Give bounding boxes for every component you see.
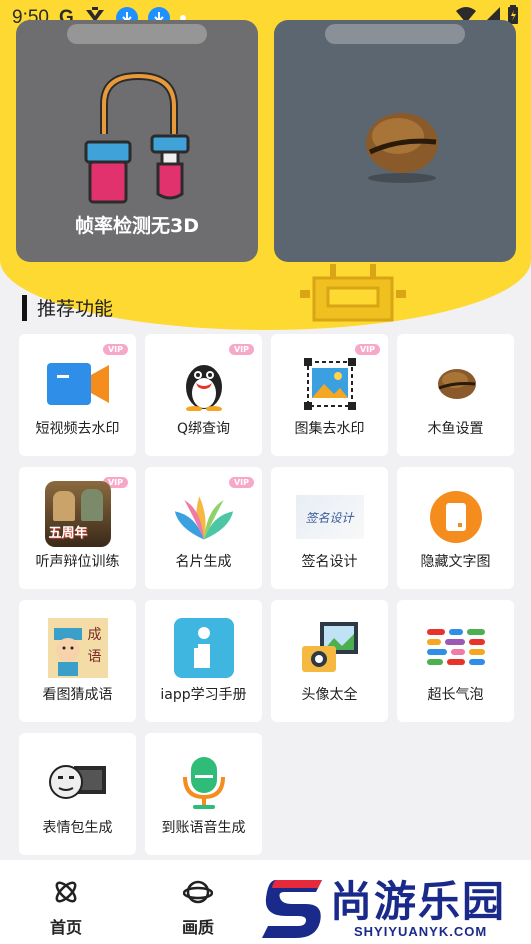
signature-icon: 签名设计 [295, 489, 365, 545]
bubble-list-icon [425, 624, 487, 674]
tile-label: iapp学习手册 [160, 687, 247, 703]
section-bar [22, 294, 27, 321]
section-header: 推荐功能 [22, 294, 113, 321]
tile-video-watermark[interactable]: VIP 短视频去水印 [19, 334, 136, 456]
tile-label: 表情包生成 [42, 820, 113, 836]
bottom-nav: 首页 画质 尚游乐园 SHYIYUANYK.COM [0, 860, 531, 944]
tile-label: 隐藏文字图 [420, 554, 491, 570]
tile-idiom-guess[interactable]: 成语 看图猜成语 [19, 600, 136, 722]
tile-avatar[interactable]: 头像太全 [271, 600, 388, 722]
meme-face-icon [47, 755, 109, 811]
avatar-camera-icon [300, 618, 360, 678]
tile-label: 听声辩位训练 [35, 554, 120, 570]
vip-badge: VIP [354, 344, 380, 355]
tile-label: 木鱼设置 [427, 421, 484, 437]
featured-card-wooden-fish[interactable] [274, 20, 516, 262]
tile-meme-generate[interactable]: 表情包生成 [19, 733, 136, 855]
tile-wooden-fish[interactable]: 木鱼设置 [397, 334, 514, 456]
vip-badge: VIP [228, 477, 254, 488]
wooden-fish-icon [366, 113, 438, 183]
tile-iapp-manual[interactable]: iapp学习手册 [145, 600, 262, 722]
poster-text: 五周年 [48, 526, 88, 541]
featured-card-title: 帧率检测无3D [75, 215, 199, 237]
tile-sound-training[interactable]: VIP 五周年 听声辩位训练 [19, 467, 136, 589]
image-crop-icon [299, 356, 361, 412]
info-manual-icon [173, 618, 234, 678]
robot-decoration-icon [300, 264, 406, 322]
signature-text: 签名设计 [305, 510, 354, 525]
brand-url: SHYIYUANYK.COM [354, 924, 488, 939]
tile-label: 看图猜成语 [42, 687, 113, 703]
hidden-text-icon [425, 489, 487, 545]
tile-voice-generate[interactable]: 到账语音生成 [145, 733, 262, 855]
featured-card-fps[interactable]: 帧率检测无3D [16, 20, 258, 262]
card-tag [325, 24, 465, 44]
tile-label: 到账语音生成 [161, 820, 246, 836]
brand-name: 尚游乐园 [330, 877, 507, 926]
planet-icon [182, 878, 214, 910]
nav-label: 画质 [181, 918, 214, 937]
card-tag [67, 24, 207, 44]
tile-signature-design[interactable]: 签名设计 签名设计 [271, 467, 388, 589]
tile-q-query[interactable]: VIP Q绑查询 [145, 334, 262, 456]
feature-grid: VIP 短视频去水印 VIP Q绑查询 VIP 图集去水印 木鱼设置 VIP 五… [19, 334, 514, 855]
tile-label: 头像太全 [301, 687, 358, 703]
game-poster-icon: 五周年 [44, 481, 111, 547]
tile-hidden-text[interactable]: 隐藏文字图 [397, 467, 514, 589]
paint-roller-icon [84, 71, 190, 204]
wooden-fish-icon [425, 356, 487, 412]
nav-home[interactable]: 首页 [36, 878, 96, 938]
brand-logo-icon [262, 880, 322, 938]
brand-watermark: 尚游乐园 SHYIYUANYK.COM [262, 868, 530, 944]
video-camera-icon [46, 356, 109, 412]
vip-badge: VIP [228, 344, 254, 355]
microphone-icon [173, 755, 235, 811]
petals-icon [173, 489, 235, 545]
tile-label: 短视频去水印 [35, 421, 120, 437]
tile-label: Q绑查询 [176, 421, 231, 437]
tile-label: 签名设计 [301, 554, 358, 570]
nav-quality[interactable]: 画质 [168, 878, 228, 938]
nav-label: 首页 [49, 918, 82, 937]
penguin-icon [173, 356, 235, 412]
tile-long-bubble[interactable]: 超长气泡 [397, 600, 514, 722]
tile-label: 图集去水印 [294, 421, 365, 437]
idiom-guess-icon: 成语 [47, 618, 108, 678]
section-title: 推荐功能 [37, 298, 114, 320]
idiom-text: 成语 [87, 627, 102, 665]
tile-card-generate[interactable]: VIP 名片生成 [145, 467, 262, 589]
tile-gallery-watermark[interactable]: VIP 图集去水印 [271, 334, 388, 456]
tile-label: 名片生成 [175, 554, 232, 570]
atom-icon [52, 878, 80, 910]
tile-label: 超长气泡 [427, 687, 484, 703]
vip-badge: VIP [102, 344, 128, 355]
